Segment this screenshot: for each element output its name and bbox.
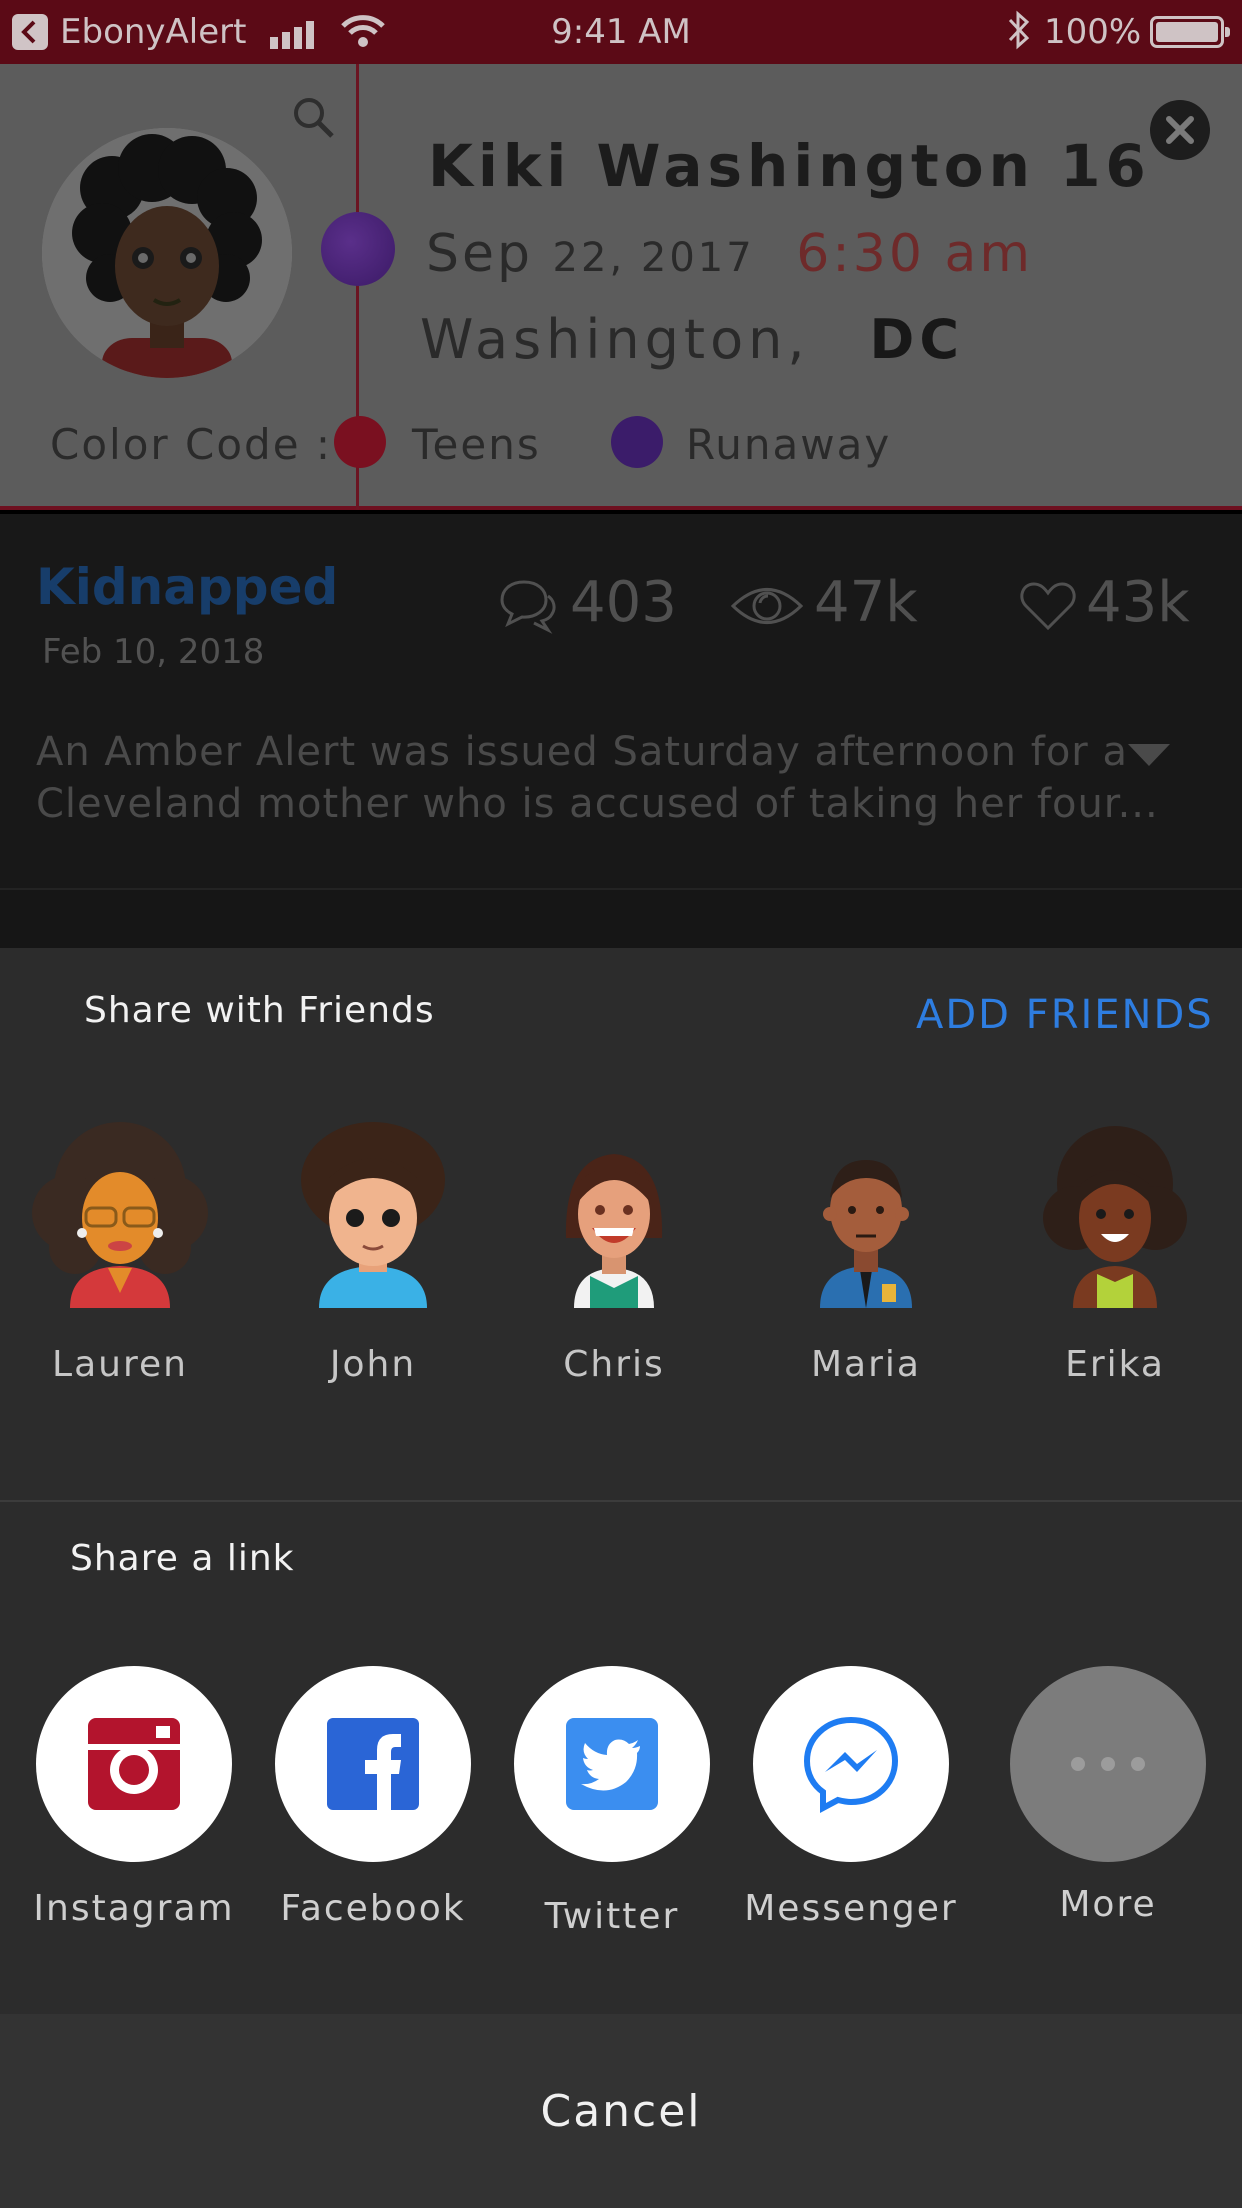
share-twitter-button[interactable]: Twitter <box>514 1666 710 1937</box>
share-app-label: Twitter <box>544 1896 680 1937</box>
share-sheet: Share with Friends ADD FRIENDS Lauren Jo… <box>0 948 1242 2014</box>
cancel-button[interactable]: Cancel <box>0 2014 1242 2208</box>
battery-icon <box>1150 16 1230 48</box>
legend-teens-label: Teens <box>412 420 541 469</box>
alert-date: Sep 22, 2017 6:30 am <box>426 224 1033 284</box>
divider <box>0 1500 1242 1502</box>
alert-state: DC <box>869 308 964 371</box>
friend-avatar <box>820 1160 912 1308</box>
story-category[interactable]: Kidnapped <box>36 558 338 616</box>
instagram-circle[interactable] <box>36 1666 232 1862</box>
share-messenger-button[interactable]: Messenger <box>744 1666 956 1929</box>
close-icon <box>1166 116 1194 144</box>
facebook-circle[interactable] <box>275 1666 471 1862</box>
person-name: Kiki Washington 16 <box>428 132 1151 200</box>
share-app-label: Messenger <box>744 1888 958 1929</box>
friend-name: Lauren <box>52 1344 188 1385</box>
views-count: 47k <box>814 570 918 635</box>
instagram-icon <box>88 1718 180 1810</box>
share-app-label: Instagram <box>33 1888 235 1929</box>
alert-location: Washington, DC <box>420 308 964 371</box>
likes-stat[interactable]: 43k <box>1020 570 1190 635</box>
comments-icon <box>500 580 556 634</box>
messenger-circle[interactable] <box>753 1666 949 1862</box>
alert-city: Washington, <box>420 308 810 371</box>
alert-card[interactable]: Kiki Washington 16 Sep 22, 2017 6:30 am … <box>0 64 1242 510</box>
friend-name: Erika <box>1065 1344 1165 1385</box>
share-app-label: Facebook <box>280 1888 466 1929</box>
friend-name: Maria <box>811 1344 921 1385</box>
alert-date-month: Sep <box>426 224 534 284</box>
share-friends-heading: Share with Friends <box>84 990 435 1031</box>
legend-runaway-label: Runaway <box>686 420 892 469</box>
status-bar: EbonyAlert 9:41 AM 100% <box>0 0 1242 64</box>
teens-color-dot <box>334 416 386 468</box>
expand-caret-icon[interactable] <box>1126 742 1172 772</box>
friend-avatar <box>1043 1126 1187 1308</box>
comments-count: 403 <box>570 570 677 635</box>
friend-name: John <box>329 1344 417 1385</box>
friend-john[interactable]: John <box>283 1118 463 1385</box>
more-circle[interactable] <box>1010 1666 1206 1862</box>
twitter-icon <box>566 1718 658 1810</box>
search-icon[interactable] <box>290 94 338 146</box>
friend-lauren[interactable]: Lauren <box>30 1118 210 1385</box>
alert-date-rest: 22, 2017 <box>552 235 755 281</box>
category-dot <box>321 212 395 286</box>
cancel-bar: Cancel <box>0 2014 1242 2208</box>
story-section: Kidnapped Feb 10, 2018 403 47k 43k An Am… <box>0 514 1242 890</box>
facebook-icon <box>327 1718 419 1810</box>
close-button[interactable] <box>1150 100 1210 160</box>
missing-person-avatar <box>42 128 292 378</box>
story-date: Feb 10, 2018 <box>42 632 265 672</box>
share-app-label: More <box>1059 1884 1157 1925</box>
share-facebook-button[interactable]: Facebook <box>275 1666 471 1929</box>
color-code-label: Color Code : <box>50 420 333 469</box>
friend-name: Chris <box>563 1344 665 1385</box>
views-stat: 47k <box>730 570 918 635</box>
share-link-heading: Share a link <box>70 1538 295 1579</box>
friend-maria[interactable]: Maria <box>776 1118 956 1385</box>
heart-icon <box>1020 582 1076 630</box>
share-more-button[interactable]: More <box>1010 1666 1206 1925</box>
alert-time: 6:30 am <box>796 224 1034 284</box>
more-dots-icon <box>1071 1757 1145 1771</box>
story-lower-area <box>0 890 1242 948</box>
battery-percent: 100% <box>1044 12 1142 52</box>
share-instagram-button[interactable]: Instagram <box>33 1666 233 1929</box>
story-text: An Amber Alert was issued Saturday after… <box>36 729 1159 827</box>
twitter-circle[interactable] <box>514 1666 710 1862</box>
messenger-icon <box>803 1716 899 1813</box>
friend-avatar <box>32 1122 208 1308</box>
likes-count: 43k <box>1086 570 1190 635</box>
bluetooth-icon <box>1006 10 1032 59</box>
friend-avatar <box>565 1154 663 1308</box>
friend-avatar <box>301 1122 445 1308</box>
friend-erika[interactable]: Erika <box>1025 1118 1205 1385</box>
add-friends-button[interactable]: ADD FRIENDS <box>916 992 1214 1038</box>
eye-icon <box>730 587 804 624</box>
comments-stat[interactable]: 403 <box>498 570 677 635</box>
runaway-color-dot <box>611 416 663 468</box>
friend-chris[interactable]: Chris <box>524 1118 704 1385</box>
